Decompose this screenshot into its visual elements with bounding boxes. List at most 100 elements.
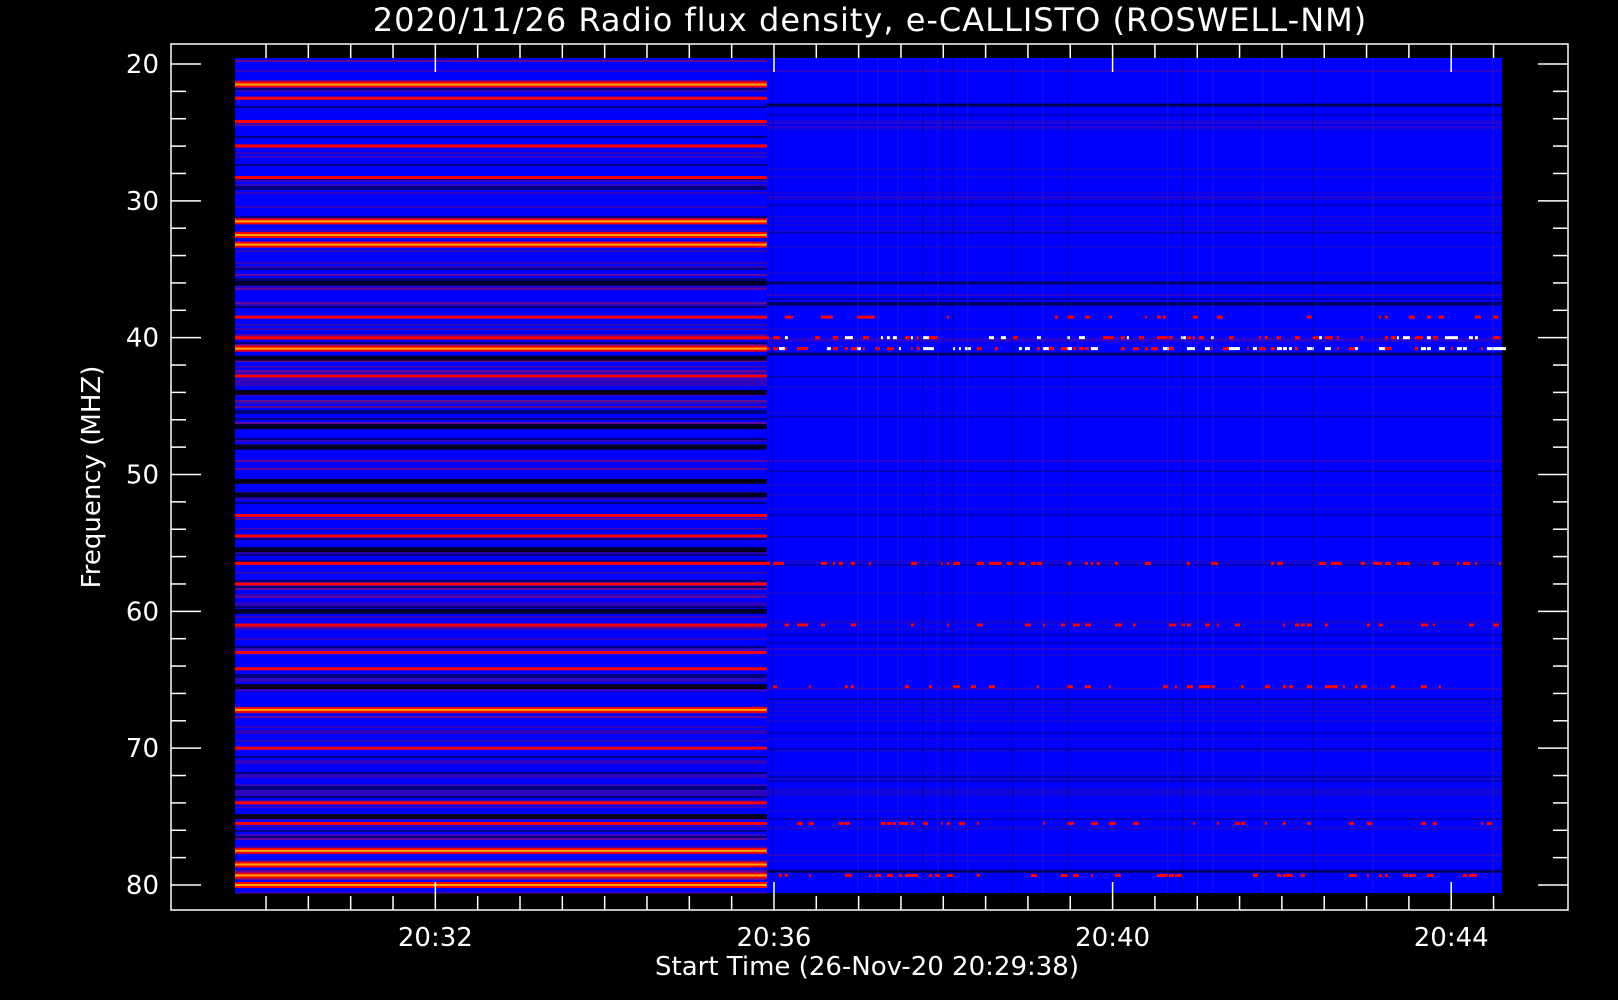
bright-band-core bbox=[235, 220, 767, 223]
vertical-stripe bbox=[951, 58, 954, 893]
burst-mark bbox=[1270, 347, 1275, 351]
burst-mark bbox=[1144, 347, 1148, 351]
burst-mark bbox=[850, 347, 858, 351]
texture-row bbox=[235, 834, 767, 836]
dark-band bbox=[235, 280, 767, 286]
texture-row bbox=[235, 528, 767, 530]
burst-mark bbox=[1084, 623, 1091, 627]
texture-row bbox=[235, 206, 767, 208]
texture-row bbox=[235, 382, 767, 384]
burst-mark bbox=[1330, 336, 1333, 340]
burst-mark bbox=[886, 336, 890, 340]
bright-band-core bbox=[235, 347, 767, 350]
dark-band bbox=[235, 444, 767, 450]
burst-mark bbox=[1264, 336, 1268, 340]
burst-mark bbox=[970, 685, 976, 689]
texture-row bbox=[235, 288, 767, 290]
burst-mark bbox=[880, 821, 886, 825]
burst-mark bbox=[1162, 315, 1166, 319]
burst-mark bbox=[1132, 821, 1139, 825]
burst-mark bbox=[1204, 623, 1210, 627]
burst-mark bbox=[1090, 561, 1093, 565]
texture-row bbox=[235, 604, 767, 606]
bright-band bbox=[235, 582, 767, 586]
burst-mark bbox=[1204, 685, 1210, 689]
vertical-stripe bbox=[941, 58, 944, 893]
burst-mark bbox=[1438, 685, 1441, 689]
dark-band bbox=[235, 424, 767, 430]
burst-mark bbox=[1300, 623, 1305, 627]
burst-mark bbox=[946, 315, 949, 319]
burst-mark bbox=[808, 685, 811, 689]
texture-row bbox=[235, 230, 767, 232]
texture-row bbox=[235, 596, 767, 598]
burst-mark bbox=[850, 623, 856, 627]
bright-band bbox=[235, 623, 767, 627]
texture-row bbox=[235, 836, 767, 838]
texture-row bbox=[235, 774, 767, 776]
burst-mark bbox=[1072, 347, 1076, 351]
texture-row bbox=[235, 438, 767, 440]
burst-mark bbox=[1234, 821, 1240, 825]
burst-mark bbox=[1246, 347, 1249, 351]
texture-row bbox=[235, 400, 767, 402]
texture-row bbox=[235, 786, 767, 788]
burst-mark bbox=[1360, 561, 1365, 565]
burst-mark bbox=[1402, 561, 1410, 565]
burst-mark bbox=[904, 821, 908, 825]
burst-mark bbox=[1036, 685, 1039, 689]
burst-mark bbox=[1072, 873, 1079, 877]
burst-mark bbox=[1438, 315, 1444, 319]
texture-row bbox=[235, 716, 767, 718]
burst-mark bbox=[1216, 315, 1223, 319]
burst-mark bbox=[772, 336, 780, 340]
burst-mark bbox=[850, 685, 854, 689]
burst-mark bbox=[844, 347, 848, 351]
texture-row bbox=[235, 772, 767, 774]
burst-mark bbox=[1486, 821, 1492, 825]
burst-mark bbox=[1084, 315, 1090, 319]
burst-mark bbox=[1474, 315, 1481, 319]
burst-mark bbox=[976, 623, 983, 627]
burst-mark bbox=[994, 347, 998, 351]
burst-mark bbox=[1378, 347, 1386, 351]
texture-row bbox=[235, 250, 767, 252]
texture-row bbox=[235, 846, 767, 848]
burst-mark bbox=[1090, 873, 1093, 877]
burst-mark bbox=[1366, 821, 1372, 825]
burst-mark bbox=[1186, 561, 1190, 565]
bright-band-core bbox=[235, 708, 767, 711]
y-tick-label: 60 bbox=[126, 597, 159, 627]
texture-row bbox=[235, 776, 767, 778]
texture-row bbox=[235, 554, 767, 556]
texture-row bbox=[235, 406, 767, 408]
burst-mark bbox=[868, 561, 871, 565]
texture-row bbox=[235, 440, 767, 442]
vertical-stripe bbox=[1371, 58, 1374, 893]
burst-mark bbox=[868, 873, 871, 877]
y-tick-label: 40 bbox=[126, 324, 159, 354]
burst-mark bbox=[844, 685, 848, 689]
burst-mark bbox=[1414, 336, 1422, 340]
vertical-stripe bbox=[1491, 58, 1494, 893]
texture-row bbox=[235, 412, 767, 414]
texture-row bbox=[235, 602, 767, 604]
texture-row bbox=[235, 518, 767, 520]
burst-mark bbox=[1222, 347, 1230, 351]
burst-mark bbox=[1156, 873, 1164, 877]
burst-mark bbox=[886, 873, 893, 877]
texture-row bbox=[235, 192, 767, 194]
texture-row bbox=[235, 538, 767, 540]
burst-mark bbox=[904, 685, 909, 689]
burst-mark bbox=[772, 347, 778, 351]
bright-band bbox=[235, 746, 767, 750]
burst-mark bbox=[1240, 821, 1245, 825]
burst-mark bbox=[1432, 623, 1435, 627]
heatmap-area bbox=[235, 58, 1506, 894]
burst-mark bbox=[1012, 336, 1018, 340]
burst-mark bbox=[910, 347, 913, 351]
texture-row bbox=[235, 372, 767, 374]
burst-mark bbox=[1324, 347, 1331, 351]
burst-mark bbox=[1144, 315, 1147, 319]
burst-mark bbox=[1090, 821, 1098, 825]
